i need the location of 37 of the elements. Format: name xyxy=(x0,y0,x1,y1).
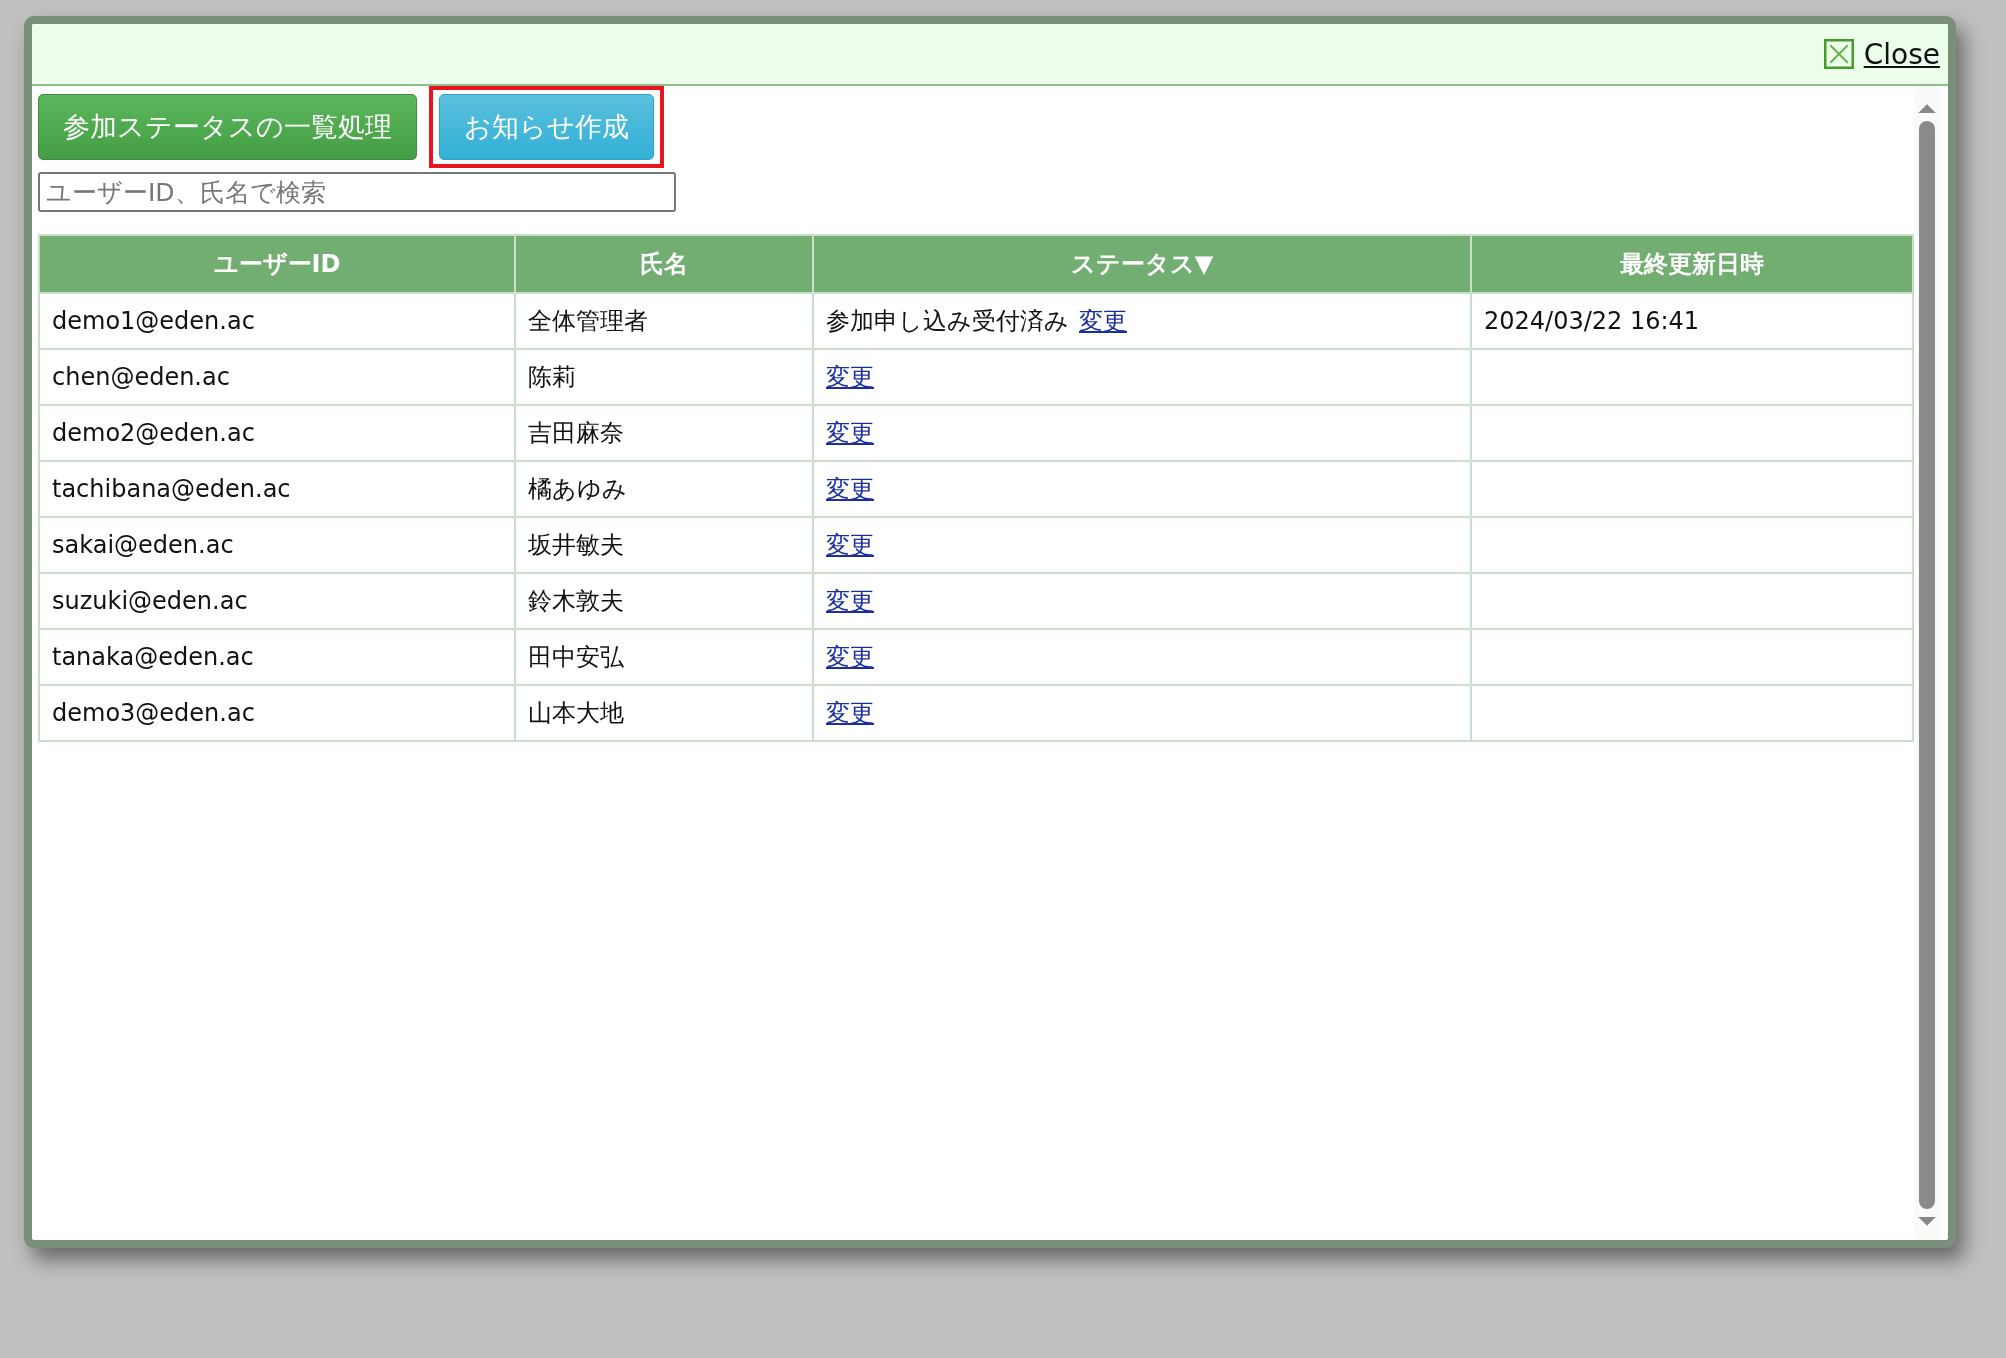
table-cell: 全体管理者 xyxy=(515,293,813,349)
table-cell: demo2@eden.ac xyxy=(39,405,515,461)
change-link[interactable]: 変更 xyxy=(826,587,874,615)
change-link[interactable]: 変更 xyxy=(826,643,874,671)
table-cell: demo1@eden.ac xyxy=(39,293,515,349)
status-text: 参加申し込み受付済み xyxy=(826,307,1069,335)
close-icon xyxy=(1823,39,1854,69)
change-link[interactable]: 変更 xyxy=(826,531,874,559)
table-cell: 吉田麻奈 xyxy=(515,405,813,461)
table-cell: 鈴木敦夫 xyxy=(515,573,813,629)
table-cell: 橘あゆみ xyxy=(515,461,813,517)
table-cell: chen@eden.ac xyxy=(39,349,515,405)
table-cell: 田中安弘 xyxy=(515,629,813,685)
column-header: 氏名 xyxy=(515,235,813,293)
column-header: 最終更新日時 xyxy=(1471,235,1913,293)
change-link[interactable]: 変更 xyxy=(826,363,874,391)
table-cell: tachibana@eden.ac xyxy=(39,461,515,517)
table-cell: 坂井敏夫 xyxy=(515,517,813,573)
close-link[interactable]: Close xyxy=(1823,37,1940,71)
table-cell: tanaka@eden.ac xyxy=(39,629,515,685)
column-header: ステータス▼ xyxy=(813,235,1471,293)
change-link[interactable]: 変更 xyxy=(1079,307,1127,335)
scroll-down-icon[interactable] xyxy=(1918,1217,1936,1228)
table-cell: 陈莉 xyxy=(515,349,813,405)
table-cell: demo3@eden.ac xyxy=(39,685,515,741)
scrollbar[interactable] xyxy=(1914,86,1940,1240)
scroll-thumb[interactable] xyxy=(1919,121,1935,1209)
table-cell: suzuki@eden.ac xyxy=(39,573,515,629)
change-link[interactable]: 変更 xyxy=(826,419,874,447)
change-link[interactable]: 変更 xyxy=(826,699,874,727)
change-link[interactable]: 変更 xyxy=(826,475,874,503)
table-cell: sakai@eden.ac xyxy=(39,517,515,573)
scroll-up-icon[interactable] xyxy=(1918,102,1936,113)
search-field[interactable]: ユーザーID、氏名で検索 xyxy=(38,172,676,212)
table-cell: 山本大地 xyxy=(515,685,813,741)
table-cell: 2024/03/22 16:41 xyxy=(1484,307,1700,335)
column-header: ユーザーID xyxy=(39,235,515,293)
